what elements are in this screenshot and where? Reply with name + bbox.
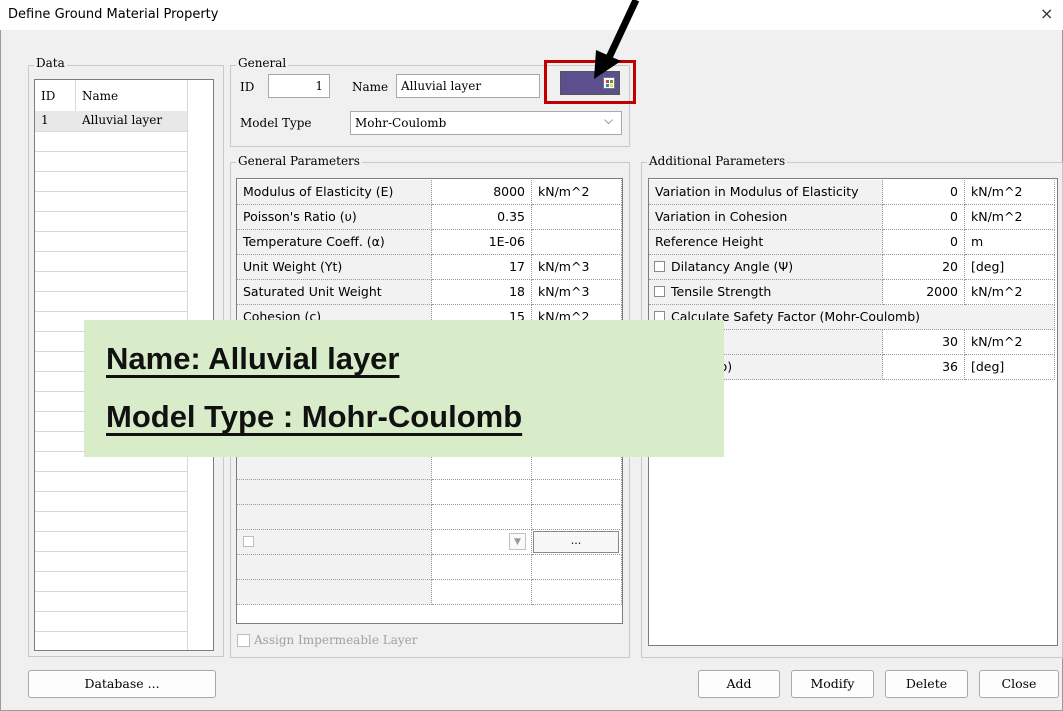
close-button[interactable]: Close <box>979 670 1059 698</box>
pointer-arrow-icon <box>594 0 640 79</box>
param-value[interactable]: 0 <box>883 180 965 205</box>
empty-cell[interactable] <box>432 455 532 480</box>
modify-button[interactable]: Modify <box>791 670 874 698</box>
data-column-id: ID <box>41 89 56 103</box>
param-value[interactable]: 30 <box>883 330 965 355</box>
param-value[interactable]: 18 <box>432 280 532 305</box>
dropdown-button[interactable]: ▼ <box>509 533 526 550</box>
param-unit[interactable]: [deg] <box>965 355 1055 380</box>
param-name: Tensile Strength <box>649 280 883 305</box>
checkbox-icon[interactable] <box>654 286 665 297</box>
param-name: Poisson's Ratio (υ) <box>237 205 432 230</box>
id-label: ID <box>240 80 255 94</box>
row-name: Alluvial layer <box>82 113 163 127</box>
close-window-button[interactable]: × <box>1040 4 1053 23</box>
param-value[interactable]: 1E-06 <box>432 230 532 255</box>
param-name: Variation in Modulus of Elasticity <box>649 180 883 205</box>
empty-cell[interactable] <box>532 555 622 580</box>
param-unit[interactable]: m <box>965 230 1055 255</box>
param-unit[interactable]: kN/m^2 <box>965 180 1055 205</box>
param-unit[interactable]: kN/m^3 <box>532 255 622 280</box>
param-value[interactable]: 20 <box>883 255 965 280</box>
param-name: Unit Weight (Υt) <box>237 255 432 280</box>
annotation-name-line: Name: Alluvial layer <box>106 341 400 376</box>
annotation-model-line: Model Type : Mohr-Coulomb <box>106 399 523 434</box>
param-name: Dilatancy Angle (Ψ) <box>649 255 883 280</box>
row-id: 1 <box>41 113 49 127</box>
empty-cell <box>237 555 432 580</box>
general-params-label: General Parameters <box>236 154 362 168</box>
empty-cell[interactable] <box>432 555 532 580</box>
param-name: Reference Height <box>649 230 883 255</box>
param-value[interactable]: 0.35 <box>432 205 532 230</box>
param-name: Saturated Unit Weight <box>237 280 432 305</box>
empty-cell[interactable] <box>432 505 532 530</box>
window-title: Define Ground Material Property <box>8 7 219 22</box>
param-value[interactable]: 0 <box>883 230 965 255</box>
model-type-label: Model Type <box>240 116 312 130</box>
empty-cell <box>237 480 432 505</box>
param-unit[interactable]: kN/m^3 <box>532 280 622 305</box>
additional-params-label: Additional Parameters <box>647 154 788 168</box>
id-value: 1 <box>315 79 323 93</box>
empty-cell <box>237 455 432 480</box>
param-value[interactable]: 2000 <box>883 280 965 305</box>
model-type-value: Mohr-Coulomb <box>355 116 447 130</box>
empty-cell[interactable] <box>532 505 622 530</box>
impermeable-checkbox[interactable]: Assign Impermeable Layer <box>237 633 418 647</box>
param-unit[interactable] <box>532 230 622 255</box>
add-button[interactable]: Add <box>698 670 780 698</box>
param-name: Variation in Cohesion <box>649 205 883 230</box>
empty-cell <box>237 580 432 605</box>
name-value: Alluvial layer <box>401 79 482 93</box>
checkbox-icon <box>237 634 250 647</box>
empty-cell <box>237 505 432 530</box>
empty-cell[interactable] <box>532 580 622 605</box>
database-button[interactable]: Database ... <box>28 670 216 698</box>
checkbox-icon[interactable] <box>654 261 665 272</box>
empty-cell[interactable] <box>532 480 622 505</box>
param-name: Modulus of Elasticity (E) <box>237 180 432 205</box>
checkbox-icon[interactable] <box>243 536 254 547</box>
chevron-down-icon: ⌵ <box>604 113 614 127</box>
param-value[interactable]: 8000 <box>432 180 532 205</box>
param-unit[interactable]: kN/m^2 <box>965 280 1055 305</box>
param-unit[interactable] <box>532 205 622 230</box>
data-column-name: Name <box>82 89 119 103</box>
data-group-label: Data <box>34 56 67 70</box>
impermeable-label: Assign Impermeable Layer <box>254 633 418 647</box>
ellipsis-button[interactable]: ... <box>533 531 619 553</box>
param-unit[interactable]: kN/m^2 <box>965 205 1055 230</box>
param-value[interactable]: 0 <box>883 205 965 230</box>
delete-button[interactable]: Delete <box>885 670 968 698</box>
name-label: Name <box>352 80 389 94</box>
empty-cell[interactable] <box>432 580 532 605</box>
param-unit[interactable]: kN/m^2 <box>532 180 622 205</box>
empty-cell[interactable] <box>532 455 622 480</box>
param-unit[interactable]: [deg] <box>965 255 1055 280</box>
general-group-label: General <box>236 56 289 70</box>
param-value[interactable]: 36 <box>883 355 965 380</box>
param-name: Temperature Coeff. (α) <box>237 230 432 255</box>
param-value[interactable]: 17 <box>432 255 532 280</box>
param-unit[interactable]: kN/m^2 <box>965 330 1055 355</box>
empty-cell[interactable] <box>432 480 532 505</box>
empty-cell <box>237 530 432 555</box>
